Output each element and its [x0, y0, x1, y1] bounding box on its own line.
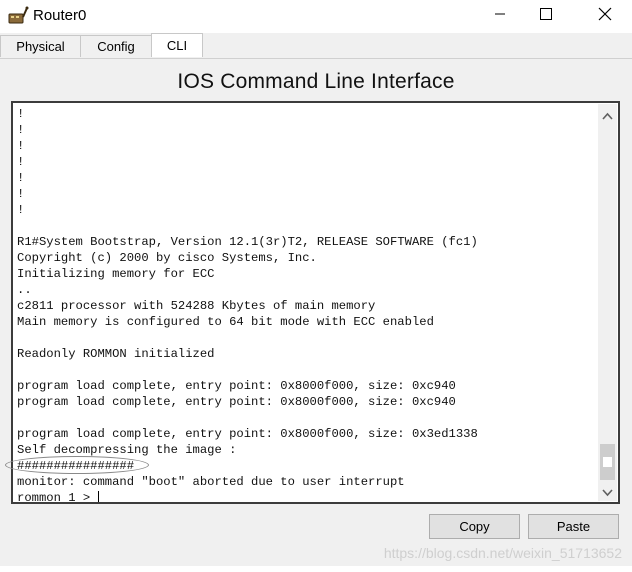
terminal-line: !: [17, 123, 25, 137]
terminal-line: Self decompressing the image :: [17, 443, 237, 457]
terminal-line: !: [17, 171, 25, 185]
bottom-strip: [0, 566, 632, 572]
scroll-up-button[interactable]: [598, 106, 617, 126]
terminal-line: monitor: command "boot" aborted due to u…: [17, 475, 405, 489]
router-device-icon: [7, 5, 29, 27]
terminal-line: ################: [17, 459, 135, 473]
terminal-line: R1#System Bootstrap, Version 12.1(3r)T2,…: [17, 235, 478, 249]
watermark-text: https://blog.csdn.net/weixin_51713652: [383, 545, 622, 561]
tab-strip: Physical Config CLI: [0, 33, 632, 59]
terminal-line: Main memory is configured to 64 bit mode…: [17, 315, 434, 329]
terminal-output[interactable]: !!!!!!! R1#System Bootstrap, Version 12.1…: [17, 106, 595, 502]
copy-button[interactable]: Copy: [429, 514, 520, 539]
close-button[interactable]: [582, 0, 628, 32]
paste-button-label: Paste: [556, 519, 591, 534]
terminal-line: !: [17, 187, 25, 201]
window-title: Router0: [33, 7, 87, 24]
copy-button-label: Copy: [459, 519, 490, 534]
cli-terminal[interactable]: !!!!!!! R1#System Bootstrap, Version 12.1…: [11, 101, 620, 504]
scrollbar-thumb[interactable]: [600, 444, 615, 480]
minimize-icon: [494, 7, 506, 25]
tab-config[interactable]: Config: [80, 35, 152, 57]
tab-physical[interactable]: Physical: [0, 35, 81, 57]
scroll-down-button[interactable]: [598, 483, 617, 503]
tab-label: CLI: [166, 38, 188, 53]
paste-button[interactable]: Paste: [528, 514, 619, 539]
close-icon: [598, 7, 612, 26]
chevron-up-icon: [602, 107, 613, 125]
vertical-scrollbar[interactable]: [598, 104, 617, 501]
chevron-down-icon: [602, 484, 613, 502]
title-bar: Router0: [0, 0, 632, 33]
terminal-line: Readonly ROMMON initialized: [17, 347, 215, 361]
terminal-line: !: [17, 139, 25, 153]
scrollbar-thumb-grip: [603, 457, 612, 467]
page-title: IOS Command Line Interface: [177, 70, 455, 93]
terminal-prompt: rommon 1 >: [17, 491, 98, 502]
tab-cli[interactable]: CLI: [151, 33, 203, 57]
tab-label: Physical: [16, 39, 65, 54]
terminal-line: program load complete, entry point: 0x80…: [17, 395, 456, 409]
maximize-button[interactable]: [523, 0, 569, 32]
terminal-line: !: [17, 155, 25, 169]
terminal-line: c2811 processor with 524288 Kbytes of ma…: [17, 299, 376, 313]
terminal-line: !: [17, 203, 25, 217]
minimize-button[interactable]: [477, 0, 523, 32]
terminal-prompt-line[interactable]: rommon 1 >: [17, 490, 595, 502]
terminal-line: program load complete, entry point: 0x80…: [17, 427, 478, 441]
terminal-line: !: [17, 107, 25, 121]
text-cursor: [98, 490, 100, 502]
terminal-line: program load complete, entry point: 0x80…: [17, 379, 456, 393]
terminal-line: Initializing memory for ECC: [17, 267, 215, 281]
terminal-line: ..: [17, 283, 32, 297]
tab-label: Config: [97, 39, 135, 54]
terminal-line: Copyright (c) 2000 by cisco Systems, Inc…: [17, 251, 317, 265]
maximize-icon: [540, 7, 552, 25]
